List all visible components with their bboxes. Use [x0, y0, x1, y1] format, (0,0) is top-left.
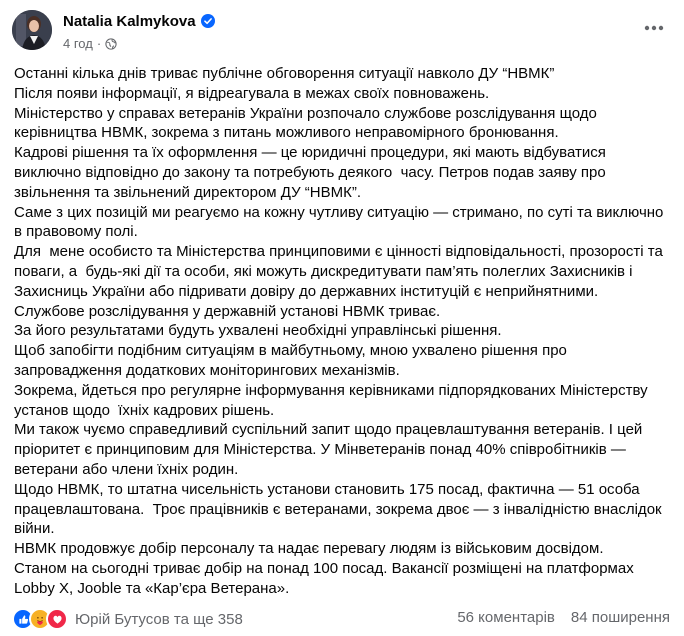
post-paragraph: Кадрові рішення та їх оформлення — це юр… — [14, 144, 611, 201]
post-paragraph: НВМК продовжує добір персоналу та надає … — [14, 540, 604, 558]
post-paragraph: За його результатами будуть ухвалені нео… — [14, 322, 502, 340]
author-name[interactable]: Natalia Kalmykova — [63, 13, 215, 32]
post-meta: 4 год · — [63, 36, 117, 53]
post-paragraph: Для мене особисто та Міністерства принци… — [14, 243, 667, 300]
love-icon — [46, 608, 68, 630]
meta-separator: · — [96, 36, 102, 51]
shares-count[interactable]: 84 поширення — [571, 609, 670, 626]
post-paragraph: Станом на сьогодні триває добір на понад… — [14, 559, 638, 597]
verified-badge-icon — [200, 14, 215, 32]
post-paragraph: Ми також чуємо справедливий суспільний з… — [14, 421, 647, 478]
post-paragraph: Щодо НВМК, то штатна чисельність установ… — [14, 480, 666, 538]
author-name-text[interactable]: Natalia Kalmykova — [63, 13, 196, 30]
post-paragraph: Зокрема, йдеться про регулярне інформува… — [14, 381, 652, 419]
globe-icon[interactable] — [105, 38, 117, 53]
reactions-summary[interactable]: Юрій Бутусов та ще 358 — [12, 608, 243, 630]
post-header: Natalia Kalmykova 4 год · — [12, 10, 672, 60]
engagement-counts: 56 коментарів 84 поширення — [457, 609, 670, 626]
post-timestamp[interactable]: 4 год — [63, 36, 93, 51]
post-body: Останні кілька днів триває публічне обго… — [14, 64, 664, 599]
post-footer: Юрій Бутусов та ще 358 56 коментарів 84 п… — [12, 606, 670, 634]
post-paragraph: Останні кілька днів триває публічне обго… — [14, 65, 555, 82]
post-paragraph: Щоб запобігти подібним ситуаціям в майбу… — [14, 342, 572, 379]
more-options-icon[interactable] — [636, 16, 672, 40]
post-paragraph: Після появи інформації, я відреагувала в… — [14, 84, 490, 102]
author-avatar[interactable] — [12, 10, 52, 50]
facebook-post: Natalia Kalmykova 4 год · Останні кілька … — [0, 0, 684, 636]
comments-count[interactable]: 56 коментарів — [457, 609, 555, 626]
avatar-image — [12, 10, 52, 50]
post-paragraph: Міністерство у справах ветеранів України… — [14, 104, 602, 142]
reactions-names[interactable]: Юрій Бутусов та ще 358 — [75, 611, 243, 628]
post-paragraph: Саме з цих позицій ми реагуємо на кожну … — [14, 203, 668, 241]
post-paragraph: Службове розслідування у державній устан… — [14, 302, 441, 320]
